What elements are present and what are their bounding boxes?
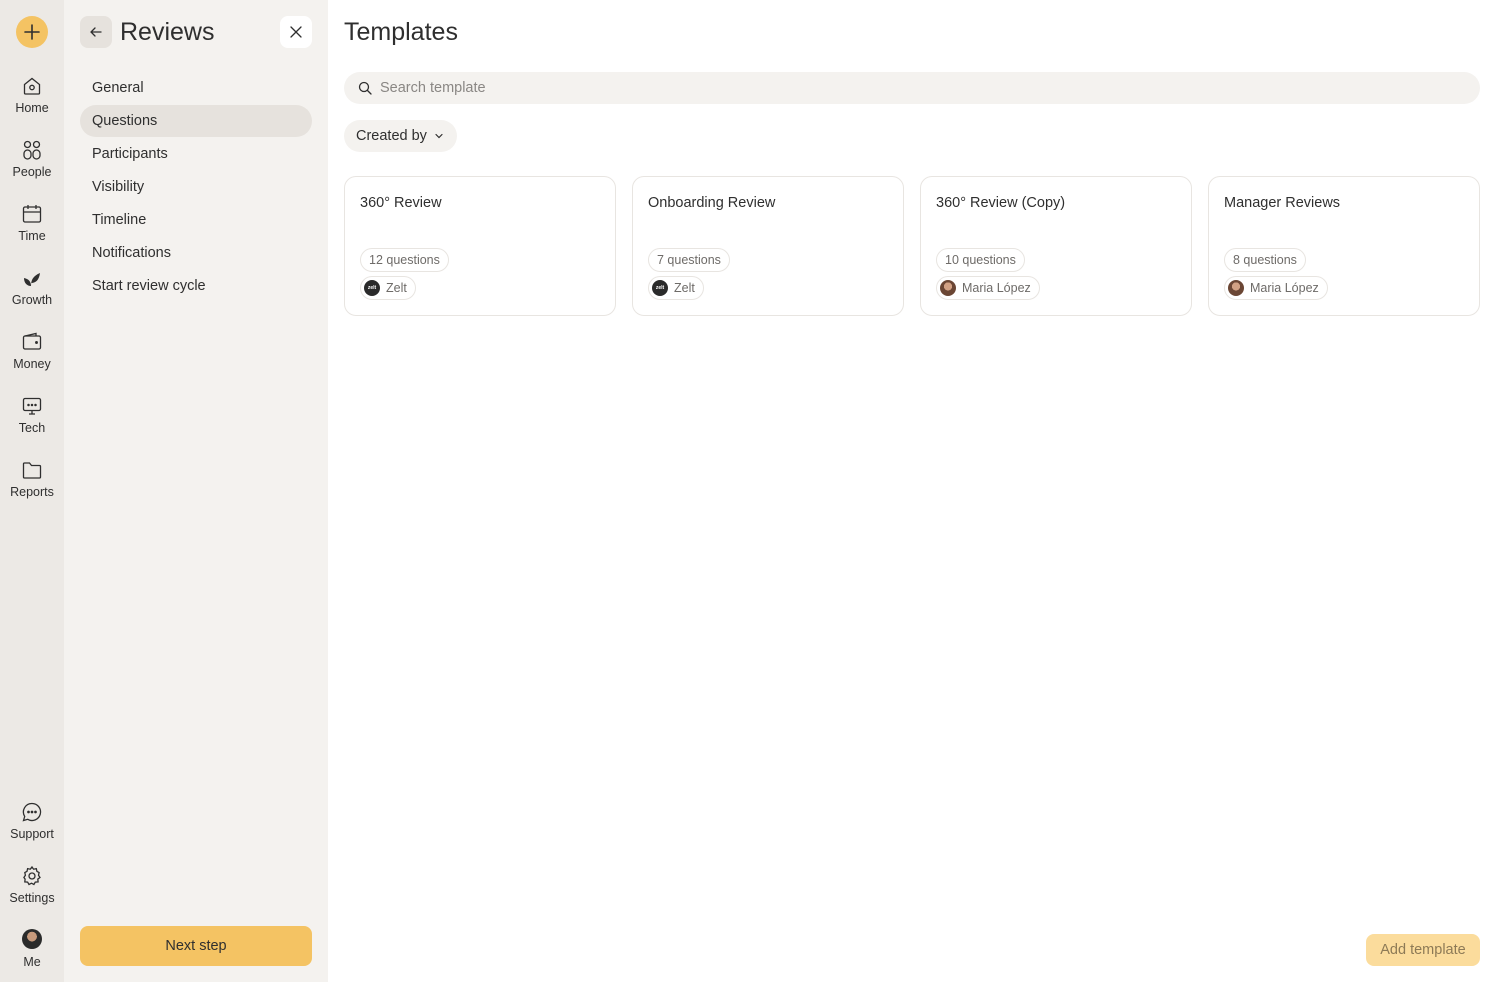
page-title: Templates — [344, 18, 458, 46]
reviews-subnav: Reviews General Questions Participants V… — [64, 0, 328, 982]
back-button[interactable] — [80, 16, 112, 48]
questions-count-chip: 10 questions — [936, 248, 1025, 272]
main-nav-rail: Home People Time Growth Money Tech Repor… — [0, 0, 64, 982]
add-template-button[interactable]: Add template — [1366, 934, 1480, 966]
nav-settings-label: Settings — [9, 891, 55, 905]
subnav-item-timeline[interactable]: Timeline — [80, 204, 312, 236]
subnav-list: General Questions Participants Visibilit… — [80, 72, 312, 303]
template-card[interactable]: 360° Review 12 questions zelt Zelt — [344, 176, 616, 316]
owner-name: Zelt — [674, 281, 695, 295]
nav-home-label: Home — [15, 101, 49, 115]
calendar-icon — [22, 205, 42, 223]
template-card[interactable]: Manager Reviews 8 questions Maria López — [1208, 176, 1480, 316]
template-card[interactable]: 360° Review (Copy) 10 questions Maria Ló… — [920, 176, 1192, 316]
user-avatar — [940, 280, 956, 296]
nav-home[interactable]: Home — [0, 75, 64, 131]
nav-people[interactable]: People — [0, 139, 64, 195]
chat-icon — [22, 802, 42, 822]
nav-tech[interactable]: Tech — [0, 395, 64, 451]
search-bar[interactable] — [344, 72, 1480, 104]
template-card[interactable]: Onboarding Review 7 questions zelt Zelt — [632, 176, 904, 316]
nav-reports[interactable]: Reports — [0, 459, 64, 515]
owner-name: Zelt — [386, 281, 407, 295]
questions-count-chip: 12 questions — [360, 248, 449, 272]
zelt-logo-icon: zelt — [652, 280, 668, 296]
owner-chip: zelt Zelt — [648, 276, 704, 300]
arrow-left-icon — [90, 27, 102, 37]
nav-time[interactable]: Time — [0, 203, 64, 259]
nav-tech-label: Tech — [18, 421, 46, 435]
nav-reports-label: Reports — [10, 485, 54, 499]
folder-icon — [22, 462, 42, 479]
close-button[interactable] — [280, 16, 312, 48]
subnav-title: Reviews — [120, 18, 215, 46]
owner-chip: zelt Zelt — [360, 276, 416, 300]
avatar — [22, 929, 42, 949]
nav-support[interactable]: Support — [0, 801, 64, 857]
owner-chip: Maria López — [1224, 276, 1328, 300]
nav-me-label: Me — [23, 955, 41, 969]
nav-me[interactable]: Me — [0, 929, 64, 982]
nav-people-label: People — [12, 165, 52, 179]
main-content: Templates Created by 360° Review 12 ques… — [328, 0, 1496, 982]
subnav-item-notifications[interactable]: Notifications — [80, 237, 312, 269]
subnav-item-questions[interactable]: Questions — [80, 105, 312, 137]
zelt-logo-icon: zelt — [364, 280, 380, 296]
subnav-item-start-review-cycle[interactable]: Start review cycle — [80, 270, 312, 302]
wallet-icon — [22, 332, 42, 350]
user-avatar — [1228, 280, 1244, 296]
template-cards: 360° Review 12 questions zelt Zelt Onboa… — [344, 176, 1480, 316]
nav-money-label: Money — [13, 357, 51, 371]
home-icon — [23, 77, 41, 95]
leaf-icon — [24, 273, 40, 286]
owner-chip: Maria López — [936, 276, 1040, 300]
subnav-item-participants[interactable]: Participants — [80, 138, 312, 170]
questions-count-chip: 8 questions — [1224, 248, 1306, 272]
filter-label: Created by — [356, 128, 427, 144]
owner-name: Maria López — [962, 281, 1031, 295]
questions-count-chip: 7 questions — [648, 248, 730, 272]
nav-time-label: Time — [18, 229, 46, 243]
close-icon — [290, 26, 302, 38]
template-title: 360° Review (Copy) — [936, 195, 1066, 211]
nav-support-label: Support — [10, 827, 54, 841]
owner-name: Maria López — [1250, 281, 1319, 295]
template-title: Onboarding Review — [648, 195, 776, 211]
nav-money[interactable]: Money — [0, 331, 64, 387]
chevron-down-icon — [435, 133, 443, 139]
monitor-icon — [22, 397, 42, 415]
created-by-filter[interactable]: Created by — [344, 120, 457, 152]
template-title: Manager Reviews — [1224, 195, 1341, 211]
template-title: 360° Review — [360, 195, 442, 211]
subnav-item-visibility[interactable]: Visibility — [80, 171, 312, 203]
nav-settings[interactable]: Settings — [0, 865, 64, 921]
search-input[interactable] — [380, 80, 1460, 96]
people-icon — [23, 140, 41, 160]
plus-icon — [24, 24, 40, 40]
nav-growth[interactable]: Growth — [0, 267, 64, 323]
subnav-item-general[interactable]: General — [80, 72, 312, 104]
next-step-button[interactable]: Next step — [80, 926, 312, 966]
nav-growth-label: Growth — [11, 293, 53, 307]
quick-add-button[interactable] — [16, 16, 48, 48]
search-icon — [358, 81, 372, 95]
gear-icon — [23, 865, 41, 886]
